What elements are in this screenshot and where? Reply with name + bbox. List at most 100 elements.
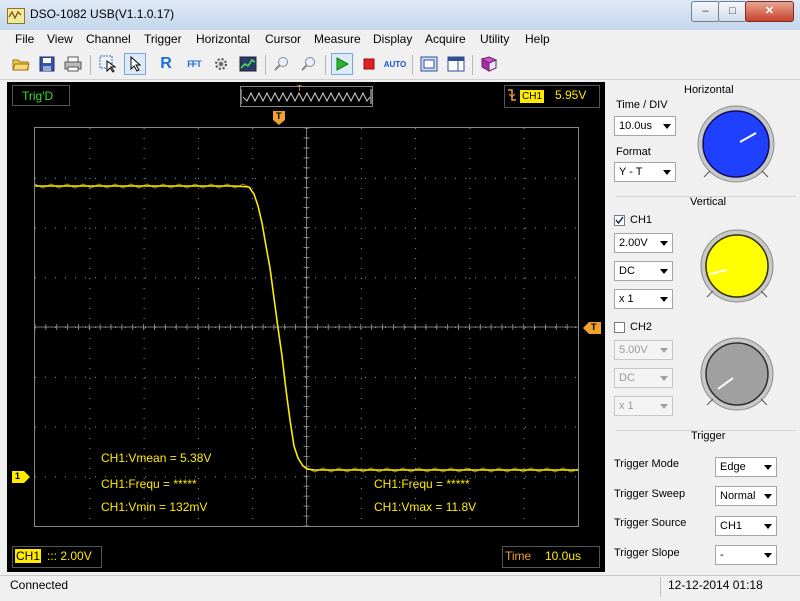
menu-trigger[interactable]: Trigger bbox=[144, 32, 182, 46]
grid-dot bbox=[375, 376, 376, 378]
ch2-coupling-select[interactable]: DC bbox=[614, 368, 673, 388]
menu-file[interactable]: File bbox=[15, 32, 34, 46]
chevron-down-icon bbox=[764, 494, 772, 499]
grid-dot bbox=[360, 228, 362, 229]
grid-dot bbox=[89, 448, 91, 449]
grid-dot bbox=[360, 468, 362, 469]
grid-dot bbox=[455, 177, 456, 179]
grid-dot bbox=[360, 318, 362, 319]
ch2-vertical-knob[interactable] bbox=[697, 334, 777, 417]
trigger-position-marker[interactable]: T bbox=[273, 111, 285, 125]
measurement-vmin: CH1:Vmin = 132mV bbox=[101, 500, 208, 514]
settings-icon[interactable] bbox=[210, 53, 232, 75]
ch1-vertical-knob[interactable] bbox=[697, 226, 777, 309]
grid-dot bbox=[89, 198, 91, 199]
grid-dot bbox=[515, 476, 516, 478]
run-icon[interactable] bbox=[331, 53, 353, 75]
trigger-source-select[interactable]: CH1 bbox=[715, 516, 777, 536]
snapshot-icon[interactable] bbox=[418, 53, 440, 75]
ch2-probe-select[interactable]: x 1 bbox=[614, 396, 673, 416]
time-div-select[interactable]: 10.0us bbox=[614, 116, 676, 136]
pointer-icon[interactable] bbox=[124, 53, 146, 75]
horizontal-knob[interactable] bbox=[694, 102, 778, 189]
ch1-coupling-select[interactable]: DC bbox=[614, 261, 673, 281]
trigger-level-value: 5.95V bbox=[555, 88, 587, 102]
grid-dot bbox=[197, 158, 199, 159]
grid-dot bbox=[435, 177, 436, 179]
ch1-probe-select[interactable]: x 1 bbox=[614, 289, 673, 309]
grid-dot bbox=[125, 376, 126, 378]
grid-dot bbox=[465, 376, 466, 378]
menu-view[interactable]: View bbox=[47, 32, 73, 46]
waveform-grid[interactable] bbox=[34, 127, 579, 527]
zoom-out-icon[interactable] bbox=[298, 53, 320, 75]
grid-dot bbox=[335, 277, 336, 279]
grid-dot bbox=[143, 378, 145, 379]
auto-icon[interactable]: AUTO bbox=[384, 53, 407, 75]
select-zoom-icon[interactable] bbox=[97, 53, 119, 75]
timebase-overview[interactable] bbox=[240, 86, 373, 107]
grid-dot bbox=[555, 277, 556, 279]
grid-dot bbox=[425, 277, 426, 279]
minimize-button[interactable]: – bbox=[691, 1, 720, 22]
grid-dot bbox=[523, 138, 525, 139]
trigger-slope-select[interactable]: - bbox=[715, 545, 777, 565]
grid-dot bbox=[360, 518, 362, 519]
grid-dot bbox=[360, 478, 362, 479]
reference-icon[interactable]: R bbox=[155, 53, 177, 75]
grid-dot bbox=[235, 476, 236, 478]
grid-dot bbox=[415, 498, 417, 499]
grid-dot bbox=[197, 178, 199, 179]
fft-icon[interactable]: FFT bbox=[183, 53, 205, 75]
grid-dot bbox=[415, 358, 417, 359]
grid-dot bbox=[523, 358, 525, 359]
grid-dot bbox=[523, 158, 525, 159]
grid-dot bbox=[252, 438, 254, 439]
ch2-volts-select[interactable]: 5.00V bbox=[614, 340, 673, 360]
grid-dot bbox=[252, 258, 254, 259]
ch1-ground-marker[interactable]: 1 bbox=[12, 471, 30, 483]
trigger-mode-select[interactable]: Edge bbox=[715, 457, 777, 477]
grid-dot bbox=[185, 277, 186, 279]
maximize-button[interactable]: □ bbox=[718, 1, 747, 22]
grid-dot bbox=[89, 468, 91, 469]
menu-utility[interactable]: Utility bbox=[480, 32, 509, 46]
stop-icon[interactable] bbox=[358, 53, 380, 75]
grid-dot bbox=[469, 398, 471, 399]
format-select[interactable]: Y - T bbox=[614, 162, 676, 182]
grid-dot bbox=[197, 348, 199, 349]
grid-dot bbox=[285, 426, 286, 428]
zoom-in-icon[interactable] bbox=[271, 53, 293, 75]
menu-help[interactable]: Help bbox=[525, 32, 550, 46]
menu-measure[interactable]: Measure bbox=[314, 32, 361, 46]
menu-display[interactable]: Display bbox=[373, 32, 412, 46]
menu-horizontal[interactable]: Horizontal bbox=[196, 32, 250, 46]
save-icon[interactable] bbox=[36, 53, 58, 75]
grid-dot bbox=[415, 398, 417, 399]
menu-cursor[interactable]: Cursor bbox=[265, 32, 301, 46]
grid-dot bbox=[89, 508, 91, 509]
trigger-sweep-select[interactable]: Normal bbox=[715, 486, 777, 506]
ch1-checkbox[interactable] bbox=[614, 215, 625, 226]
grid-dot bbox=[360, 278, 362, 279]
grid-dot bbox=[545, 476, 546, 478]
trigger-level-marker[interactable]: T bbox=[583, 322, 601, 334]
ch1-volts-select[interactable]: 2.00V bbox=[614, 233, 673, 253]
ch2-checkbox[interactable] bbox=[614, 322, 625, 333]
print-icon[interactable] bbox=[62, 53, 84, 75]
open-icon[interactable] bbox=[10, 53, 32, 75]
grid-dot bbox=[525, 476, 526, 478]
grid-dot bbox=[252, 398, 254, 399]
grid-dot bbox=[143, 278, 145, 279]
book-icon[interactable] bbox=[478, 53, 500, 75]
menu-acquire[interactable]: Acquire bbox=[425, 32, 466, 46]
menu-channel[interactable]: Channel bbox=[86, 32, 131, 46]
grid-dot bbox=[252, 188, 254, 189]
grid-dot bbox=[225, 476, 226, 478]
grid-dot bbox=[197, 258, 199, 259]
grid-dot bbox=[469, 318, 471, 319]
layout-icon[interactable] bbox=[445, 53, 467, 75]
close-button[interactable]: ✕ bbox=[745, 1, 794, 22]
grid-dot bbox=[197, 168, 199, 169]
display-icon[interactable] bbox=[237, 53, 259, 75]
